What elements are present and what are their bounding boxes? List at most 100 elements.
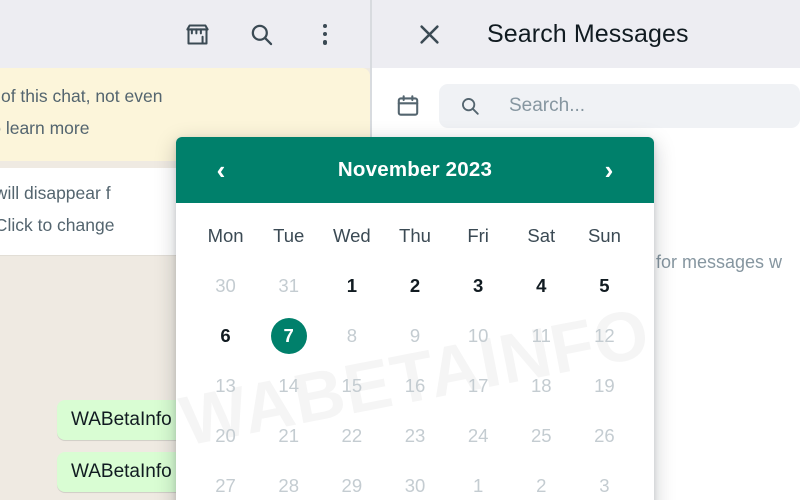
calendar-day-cell: 18 xyxy=(510,361,573,411)
calendar-day-number: 18 xyxy=(530,374,552,396)
calendar-day-cell: 11 xyxy=(510,311,573,361)
calendar-day-number: 1 xyxy=(346,274,357,296)
chat-toolbar xyxy=(0,0,370,68)
search-icon[interactable] xyxy=(246,19,276,49)
calendar-day-number: 9 xyxy=(409,324,421,346)
calendar-day-number: 13 xyxy=(215,374,236,396)
calendar-day-number: 22 xyxy=(341,424,363,446)
weekday-label-sun: Sun xyxy=(587,225,621,246)
calendar-day-cell[interactable]: 5 xyxy=(573,261,636,311)
calendar-day-number: 28 xyxy=(278,474,299,496)
calendar-day-grid: 30 31 1 2 3 4 5 6 7 8 9 10 11 12 13 14 15 16 17 18 19 20 21 22 2… xyxy=(194,261,636,500)
calendar-day-cell: 21 xyxy=(257,411,320,461)
weekday-label-sat: Sat xyxy=(527,225,556,246)
calendar-day-number: 26 xyxy=(594,424,615,446)
calendar-day-cell[interactable]: 7 xyxy=(257,311,320,361)
calendar-day-cell: 20 xyxy=(194,411,257,461)
calendar-day-number: 19 xyxy=(594,374,615,396)
calendar-day-cell: 13 xyxy=(194,361,257,411)
search-input[interactable]: Search... xyxy=(439,84,800,128)
calendar-day-number: 6 xyxy=(220,324,231,346)
calendar-day-cell: 30 xyxy=(194,261,257,311)
calendar-header: ‹ November 2023 › xyxy=(176,137,654,203)
calendar-day-cell: 26 xyxy=(573,411,636,461)
calendar-day-cell: 10 xyxy=(447,311,510,361)
calendar-day-number: 21 xyxy=(278,424,299,446)
calendar-day-cell[interactable]: 1 xyxy=(320,261,383,311)
weekday-label-thu: Thu xyxy=(399,225,431,246)
calendar-day-number: 1 xyxy=(472,474,484,496)
calendar-day-cell: 27 xyxy=(194,461,257,500)
calendar-day-cell: 23 xyxy=(383,411,446,461)
more-vertical-icon[interactable] xyxy=(310,19,340,49)
calendar-day-number: 10 xyxy=(467,324,489,346)
weekday-label-fri: Fri xyxy=(467,225,489,246)
calendar-day-cell[interactable]: 2 xyxy=(383,261,446,311)
chevron-left-icon[interactable]: ‹ xyxy=(208,157,234,183)
menu-dots xyxy=(322,22,328,47)
page-title: Search Messages xyxy=(487,19,689,48)
calendar-day-cell: 1 xyxy=(447,461,510,500)
encryption-notice-line-1: side of this chat, not even xyxy=(0,86,163,106)
calendar-day-number: 8 xyxy=(346,324,357,346)
calendar-day-cell: 12 xyxy=(573,311,636,361)
calendar-day-cell: 15 xyxy=(320,361,383,411)
weekday-label-wed: Wed xyxy=(332,225,371,246)
app-screen: side of this chat, not even ck to learn … xyxy=(0,0,800,500)
calendar-day-cell: 28 xyxy=(257,461,320,500)
calendar-day-cell: 16 xyxy=(383,361,446,411)
calendar-day-number: 30 xyxy=(404,474,426,496)
weekday-label-mon: Mon xyxy=(207,225,244,246)
calendar-day-number: 30 xyxy=(215,274,236,296)
calendar-day-cell: 25 xyxy=(510,411,573,461)
calendar-day-cell: 9 xyxy=(383,311,446,361)
calendar-icon[interactable] xyxy=(393,91,423,121)
calendar-day-number: 14 xyxy=(278,374,299,396)
calendar-day-number: 20 xyxy=(215,424,236,446)
calendar-day-cell[interactable]: 3 xyxy=(447,261,510,311)
calendar-day-cell: 8 xyxy=(320,311,383,361)
search-placeholder: Search... xyxy=(509,95,586,116)
calendar-day-number: 16 xyxy=(404,374,426,396)
calendar-day-number: 3 xyxy=(472,274,484,296)
calendar-day-cell: 24 xyxy=(447,411,510,461)
calendar-day-number: 25 xyxy=(530,424,552,446)
calendar-day-number: 31 xyxy=(278,274,299,296)
storefront-icon[interactable] xyxy=(182,19,212,49)
calendar-day-number: 17 xyxy=(467,374,489,396)
calendar-day-number: 4 xyxy=(536,274,547,296)
weekday-label-tue: Tue xyxy=(273,225,305,246)
calendar-body: WABETAINFO MonTueWedThuFriSatSun 3031123… xyxy=(176,203,654,500)
close-icon[interactable] xyxy=(415,20,443,48)
calendar-day-cell: 14 xyxy=(257,361,320,411)
calendar-day-cell: 22 xyxy=(320,411,383,461)
calendar-day-cell: 19 xyxy=(573,361,636,411)
calendar-day-cell[interactable]: 4 xyxy=(510,261,573,311)
calendar-day-cell: 30 xyxy=(383,461,446,500)
calendar-weekday-row: Mon Tue Wed Thu Fri Sat Sun xyxy=(194,217,636,261)
calendar-day-number: 2 xyxy=(536,474,547,496)
calendar-day-number: 5 xyxy=(599,274,610,296)
search-icon xyxy=(459,95,481,117)
calendar-day-number: 12 xyxy=(594,324,615,346)
search-panel-header: Search Messages xyxy=(371,0,800,68)
date-picker-popup: ‹ November 2023 › WABETAINFO MonTueWedTh… xyxy=(176,137,654,500)
calendar-month-label: November 2023 xyxy=(337,158,493,181)
calendar-day-number: 27 xyxy=(215,474,236,496)
calendar-day-number: 24 xyxy=(467,424,489,446)
calendar-day-number: 7 xyxy=(270,318,307,354)
chevron-right-icon[interactable]: › xyxy=(596,157,622,183)
calendar-day-cell: 29 xyxy=(320,461,383,500)
calendar-day-cell: 2 xyxy=(510,461,573,500)
calendar-day-number: 11 xyxy=(531,324,551,346)
calendar-day-cell: 3 xyxy=(573,461,636,500)
search-input-row: Search... xyxy=(371,68,800,144)
calendar-day-number: 23 xyxy=(404,424,426,446)
search-hint-text: for messages w xyxy=(656,252,783,272)
calendar-day-number: 3 xyxy=(599,474,610,496)
calendar-day-number: 15 xyxy=(341,374,363,396)
calendar-day-cell: 17 xyxy=(447,361,510,411)
calendar-day-number: 2 xyxy=(409,274,421,296)
calendar-day-cell[interactable]: 6 xyxy=(194,311,257,361)
calendar-day-cell: 31 xyxy=(257,261,320,311)
